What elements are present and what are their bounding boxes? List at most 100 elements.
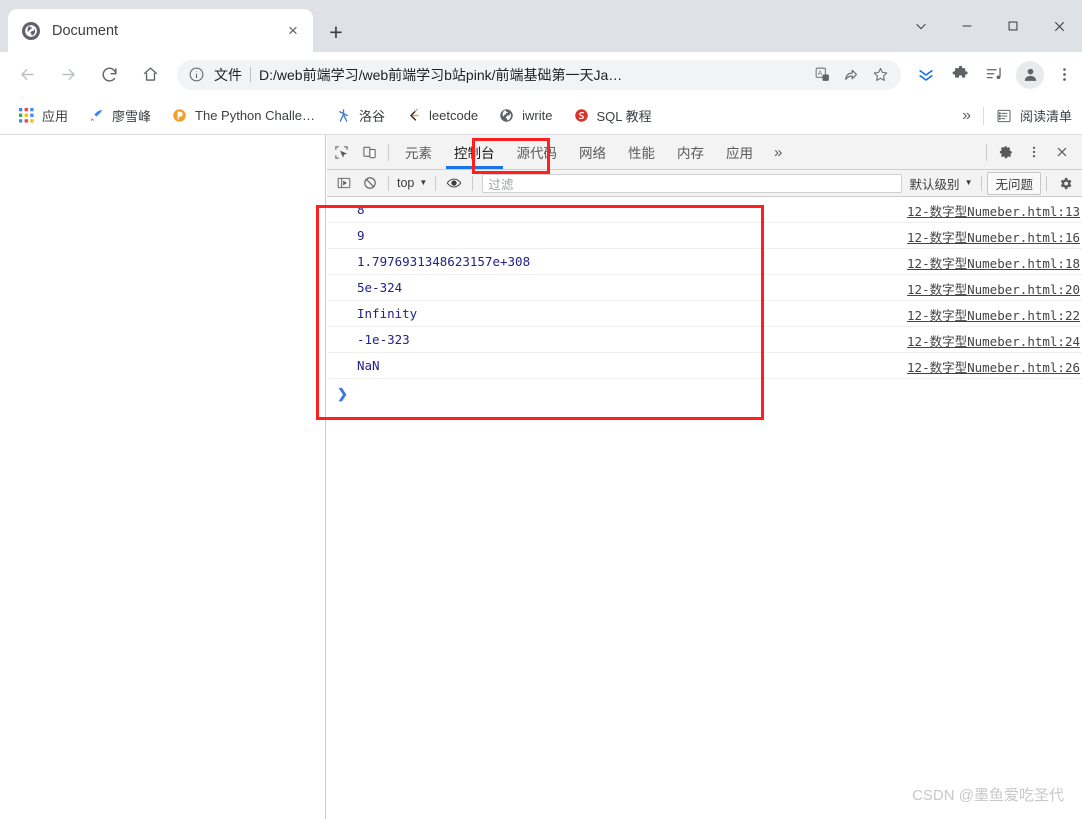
bookmarks-overflow-button[interactable]: » xyxy=(950,107,983,125)
devtools-tabbar: 元素 控制台 源代码 网络 性能 内存 应用 » xyxy=(327,135,1082,170)
console-context-selector[interactable]: top ▼ xyxy=(394,176,430,190)
console-log-source-link[interactable]: 12-数字型Numeber.html:22 xyxy=(907,305,1080,324)
console-toolbar: top ▼ 过滤 默认级别 ▼ 无问题 xyxy=(327,170,1082,197)
chrome-menu-icon[interactable] xyxy=(1048,59,1080,91)
console-settings-gear-icon[interactable] xyxy=(1052,172,1078,195)
csdn-watermark: CSDN @墨鱼爱吃圣代 xyxy=(912,787,1064,804)
console-context-label: top xyxy=(397,176,415,190)
settings-gear-icon[interactable] xyxy=(992,138,1020,166)
console-log-message: NaN xyxy=(357,358,380,373)
home-icon[interactable] xyxy=(132,57,168,93)
console-log-row[interactable]: 5e-324 12-数字型Numeber.html:20 xyxy=(327,275,1082,301)
bookmark-liaoxuefeng[interactable]: 廖雪峰 xyxy=(80,103,159,129)
devtools-panel: 元素 控制台 源代码 网络 性能 内存 应用 » top ▼ 过滤 默认级别 ▼… xyxy=(327,135,1082,819)
browser-tab-document[interactable]: Document × xyxy=(8,9,313,52)
extensions-puzzle-icon[interactable] xyxy=(944,59,976,91)
bookmark-luogu[interactable]: 洛谷 xyxy=(327,103,393,129)
bookmarks-bar: 应用 廖雪峰 The Python Challe… 洛谷 leetcode iw… xyxy=(0,97,1082,135)
console-log-row[interactable]: 1.7976931348623157e+308 12-数字型Numeber.ht… xyxy=(327,249,1082,275)
tab-label: 内存 xyxy=(677,146,704,161)
tab-label: 应用 xyxy=(726,146,753,161)
live-expression-eye-icon[interactable] xyxy=(441,172,467,195)
console-log-source-link[interactable]: 12-数字型Numeber.html:16 xyxy=(907,227,1080,246)
devtools-tab-application[interactable]: 应用 xyxy=(715,135,764,169)
console-log-source-link[interactable]: 12-数字型Numeber.html:20 xyxy=(907,279,1080,298)
devtools-tab-elements[interactable]: 元素 xyxy=(394,135,443,169)
devtools-tabs-overflow-button[interactable]: » xyxy=(764,144,792,161)
devtools-more-menu-icon[interactable] xyxy=(1020,138,1048,166)
chevron-down-icon: ▼ xyxy=(419,178,428,187)
devtools-tab-network[interactable]: 网络 xyxy=(568,135,617,169)
tab-label: 性能 xyxy=(628,146,655,161)
bookmark-label: leetcode xyxy=(429,108,479,123)
devtools-tab-sources[interactable]: 源代码 xyxy=(506,135,569,169)
console-sidebar-toggle-icon[interactable] xyxy=(331,172,357,195)
site-info-icon[interactable] xyxy=(188,66,206,84)
apps-grid-icon xyxy=(18,107,35,124)
python-challenge-icon xyxy=(171,107,188,124)
tab-close-icon[interactable]: × xyxy=(281,19,305,43)
devtools-actions-separator xyxy=(986,143,987,161)
reading-list-icon xyxy=(996,107,1013,124)
close-icon[interactable] xyxy=(1036,3,1082,49)
console-toolbar-separator-3 xyxy=(472,175,474,191)
share-icon[interactable] xyxy=(840,64,862,86)
console-log-source-link[interactable]: 12-数字型Numeber.html:26 xyxy=(907,357,1080,376)
bookmark-apps[interactable]: 应用 xyxy=(10,103,76,129)
console-level-selector[interactable]: 默认级别 ▼ xyxy=(906,174,977,193)
address-bar[interactable]: 文件 D:/web前端学习/web前端学习b站pink/前端基础第一天Ja… A xyxy=(177,59,901,90)
page-viewport xyxy=(0,135,326,819)
new-tab-button[interactable]: + xyxy=(322,18,350,46)
leetcode-icon xyxy=(405,107,422,124)
devtools-tabbar-separator xyxy=(388,143,389,161)
bookmark-star-icon[interactable] xyxy=(869,64,891,86)
console-log-row[interactable]: NaN 12-数字型Numeber.html:26 xyxy=(327,353,1082,379)
devtools-tab-memory[interactable]: 内存 xyxy=(666,135,715,169)
devtools-tab-performance[interactable]: 性能 xyxy=(617,135,666,169)
console-log-row[interactable]: -1e-323 12-数字型Numeber.html:24 xyxy=(327,327,1082,353)
minimize-icon[interactable] xyxy=(944,3,990,49)
maximize-icon[interactable] xyxy=(990,3,1036,49)
bookmark-sql-tutorial[interactable]: SQL 教程 xyxy=(565,103,660,129)
console-log-row[interactable]: 8 12-数字型Numeber.html:13 xyxy=(327,197,1082,223)
chevron-down-icon: ▼ xyxy=(964,178,973,187)
clear-console-icon[interactable] xyxy=(357,172,383,195)
tab-strip: Document × + xyxy=(0,0,1082,52)
chevron-down-icon[interactable] xyxy=(898,3,944,49)
bookmark-python-challenge[interactable]: The Python Challe… xyxy=(163,103,323,129)
console-log-source-link[interactable]: 12-数字型Numeber.html:24 xyxy=(907,331,1080,350)
devtools-tab-console[interactable]: 控制台 xyxy=(443,135,506,169)
reading-list-label: 阅读清单 xyxy=(1019,109,1072,124)
bookmark-label: 应用 xyxy=(42,109,69,124)
console-issues-button[interactable]: 无问题 xyxy=(987,171,1041,195)
console-log-row[interactable]: 9 12-数字型Numeber.html:16 xyxy=(327,223,1082,249)
profile-avatar[interactable] xyxy=(1016,60,1044,89)
devtools-close-icon[interactable] xyxy=(1048,138,1076,166)
back-icon[interactable] xyxy=(9,57,45,93)
console-log-message: Infinity xyxy=(357,306,418,321)
console-log-source-link[interactable]: 12-数字型Numeber.html:13 xyxy=(907,201,1080,220)
device-toolbar-toggle-icon[interactable] xyxy=(355,138,383,166)
console-log-message: 1.7976931348623157e+308 xyxy=(357,254,531,269)
console-log-source-link[interactable]: 12-数字型Numeber.html:18 xyxy=(907,253,1080,272)
luogu-icon xyxy=(335,107,352,124)
console-filter-input[interactable]: 过滤 xyxy=(482,173,902,193)
console-log-row[interactable]: Infinity 12-数字型Numeber.html:22 xyxy=(327,301,1082,327)
bookmark-iwrite[interactable]: iwrite xyxy=(490,103,560,129)
inspect-element-icon[interactable] xyxy=(327,138,355,166)
media-control-icon[interactable] xyxy=(978,59,1010,91)
tab-favicon-globe-icon xyxy=(22,21,40,40)
reload-icon[interactable] xyxy=(91,57,127,93)
bookmark-leetcode[interactable]: leetcode xyxy=(397,103,486,129)
downloads-icon[interactable] xyxy=(910,59,942,91)
reading-list-button[interactable]: 阅读清单 xyxy=(984,106,1082,125)
globe-icon xyxy=(498,107,515,124)
forward-icon[interactable] xyxy=(50,57,86,93)
bookmark-label: SQL 教程 xyxy=(596,109,652,124)
translate-icon[interactable]: A xyxy=(811,64,833,86)
tab-label: 网络 xyxy=(579,146,606,161)
console-log-message: -1e-323 xyxy=(357,332,410,347)
console-prompt[interactable]: ❯ xyxy=(327,379,1082,409)
console-log-message: 8 xyxy=(357,202,365,217)
address-url-text[interactable]: D:/web前端学习/web前端学习b站pink/前端基础第一天Ja… xyxy=(259,65,804,85)
